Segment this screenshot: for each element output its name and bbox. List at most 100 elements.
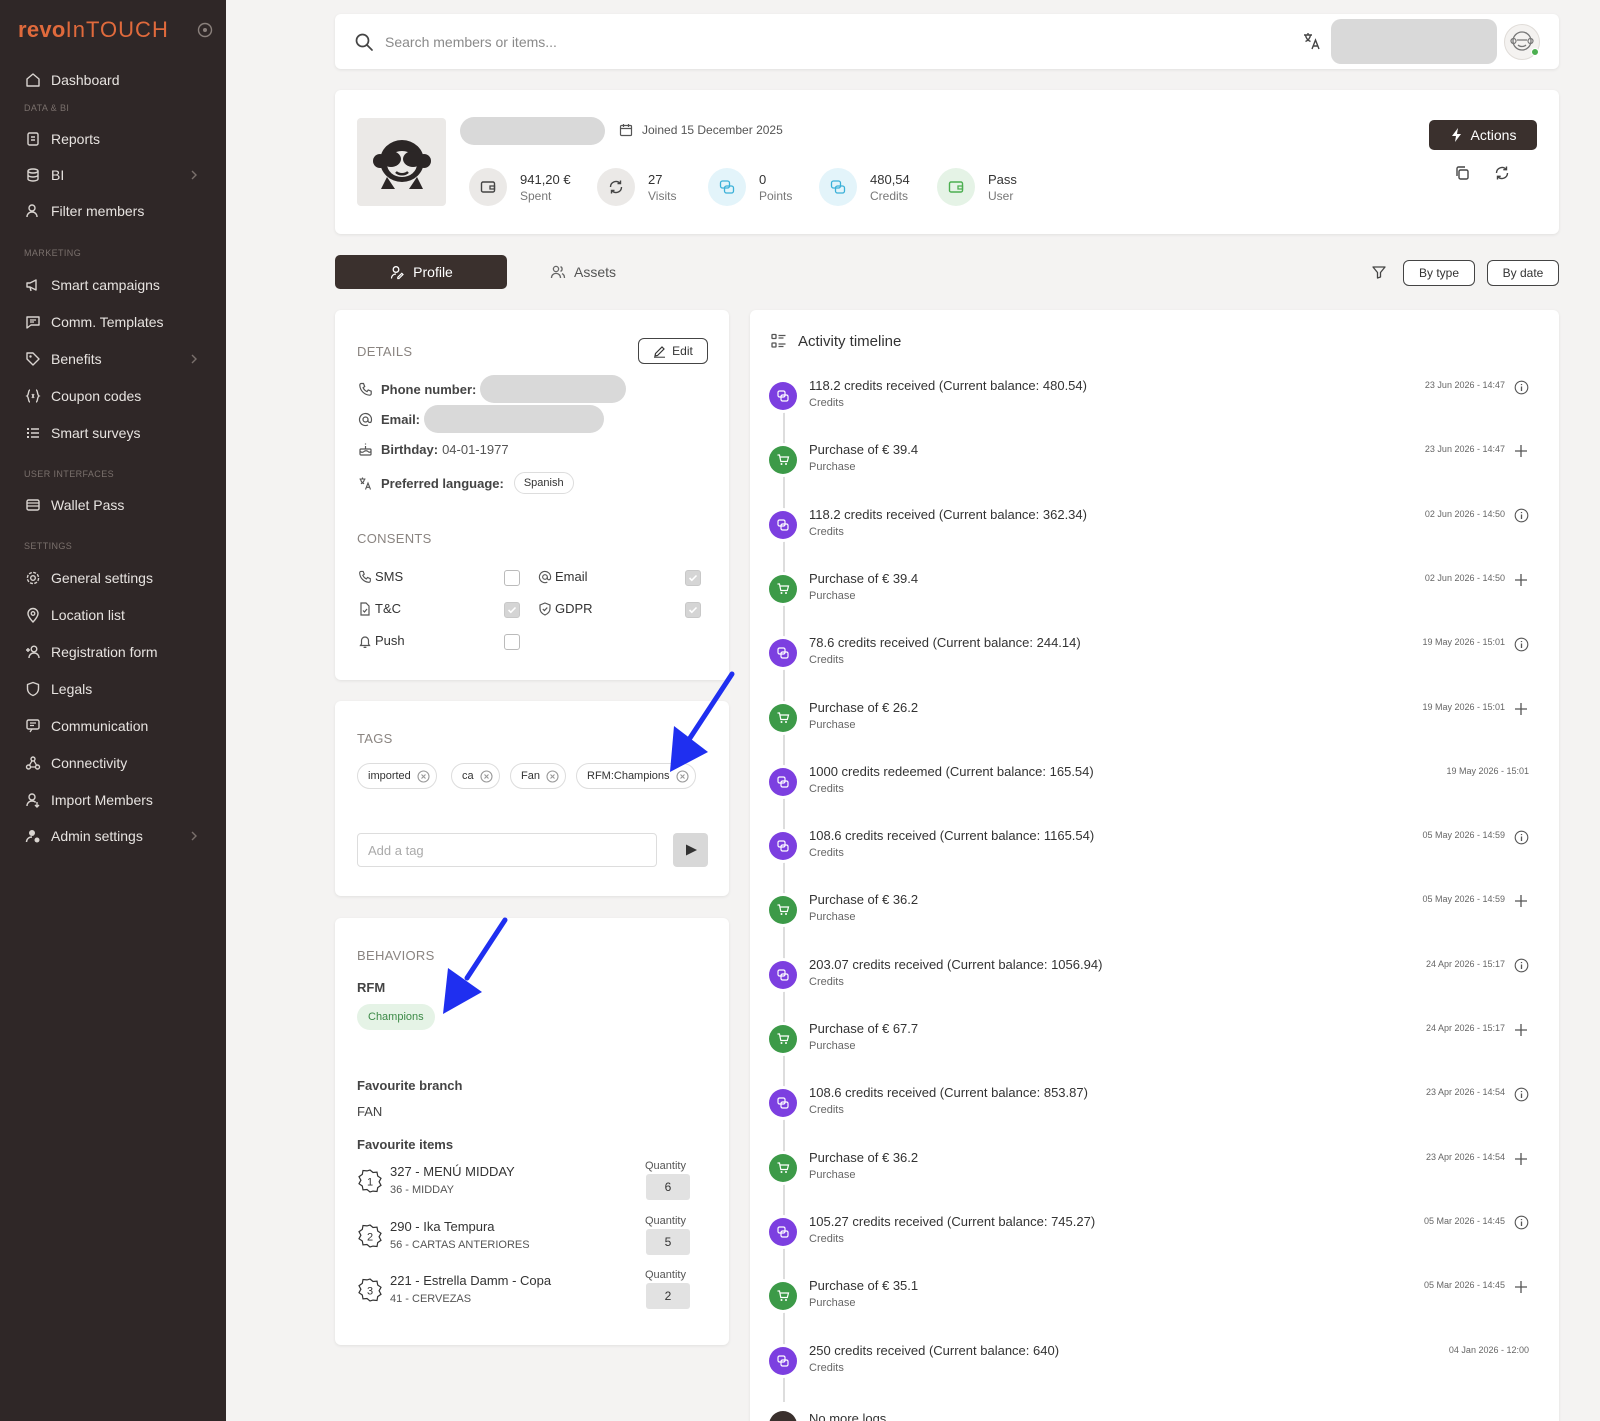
account-selector[interactable] <box>1331 19 1497 64</box>
tag-label: Fan <box>521 770 540 782</box>
rfm-badge: Champions <box>357 1004 435 1030</box>
svg-text:3: 3 <box>367 1286 373 1298</box>
sidebar-item-admin-settings[interactable]: Admin settings <box>0 819 226 853</box>
info-icon[interactable] <box>1513 379 1529 395</box>
consent-label: SMS <box>375 569 404 584</box>
sidebar-item-legals[interactable]: Legals <box>0 672 226 706</box>
sidebar-item-registration-form[interactable]: Registration form <box>0 635 226 669</box>
plus-icon[interactable] <box>1513 443 1529 459</box>
refresh-icon[interactable] <box>1493 164 1511 182</box>
tags-title: TAGS <box>357 731 393 746</box>
actions-button[interactable]: Actions <box>1429 120 1537 150</box>
sidebar-item-label: Connectivity <box>51 755 128 771</box>
sidebar-item-filter-members[interactable]: Filter members <box>0 194 226 228</box>
behaviors-card: BEHAVIORS RFM Champions Favourite branch… <box>335 918 729 1345</box>
sidebar-item-import-members[interactable]: Import Members <box>0 783 226 817</box>
info-icon[interactable] <box>1513 636 1529 652</box>
phone-icon <box>357 381 373 397</box>
sidebar-item-coupon-codes[interactable]: Coupon codes <box>0 379 226 413</box>
plus-icon[interactable] <box>1513 1151 1529 1167</box>
sidebar-item-smart-campaigns[interactable]: Smart campaigns <box>0 268 226 302</box>
sidebar-item-label: Benefits <box>51 351 102 367</box>
remove-tag-icon[interactable] <box>480 769 493 783</box>
joined-text: Joined 15 December 2025 <box>642 123 783 137</box>
sidebar-toggle-icon[interactable] <box>196 21 214 39</box>
filter-by-type-button[interactable]: By type <box>1403 260 1475 286</box>
event-title: 250 credits received (Current balance: 6… <box>809 1342 1060 1358</box>
stat-label: Points <box>759 188 793 203</box>
add-tag-button[interactable] <box>673 833 708 867</box>
event-title: 1000 credits redeemed (Current balance: … <box>809 763 1094 779</box>
translate-icon[interactable] <box>1301 30 1323 52</box>
sidebar-item-benefits[interactable]: Benefits <box>0 342 226 376</box>
stat-points: 0 Points <box>708 168 792 206</box>
push-checkbox[interactable] <box>504 634 520 650</box>
event-title: Purchase of € 26.2 <box>809 699 919 715</box>
stat-spent: 941,20 € Spent <box>469 168 571 206</box>
event-date: 19 May 2026 - 15:01 <box>1422 637 1505 648</box>
credits-icon <box>769 767 797 796</box>
tc-checkbox[interactable] <box>504 602 520 618</box>
email-label: Email: <box>381 411 421 427</box>
info-icon[interactable] <box>1513 1086 1529 1102</box>
cake-icon <box>357 441 373 457</box>
credits-icon <box>769 1346 797 1375</box>
search-input[interactable] <box>385 28 1185 56</box>
message-icon <box>24 313 42 331</box>
event-type: Purchase <box>809 1168 856 1181</box>
remove-tag-icon[interactable] <box>546 769 559 783</box>
info-icon[interactable] <box>1513 958 1529 974</box>
sidebar-item-connectivity[interactable]: Connectivity <box>0 746 226 780</box>
section-label-user-interfaces: USER INTERFACES <box>24 469 115 479</box>
timeline-event: 118.2 credits received (Current balance:… <box>769 378 1529 422</box>
edit-button[interactable]: Edit <box>638 338 708 364</box>
info-icon[interactable] <box>1513 508 1529 524</box>
remove-tag-icon[interactable] <box>417 769 430 783</box>
search-icon[interactable] <box>353 31 375 53</box>
plus-icon[interactable] <box>1513 1022 1529 1038</box>
plus-icon[interactable] <box>1513 701 1529 717</box>
filter-icon[interactable] <box>1370 263 1388 281</box>
button-label: By date <box>1502 266 1544 280</box>
section-label-data-bi: DATA & BI <box>24 103 70 113</box>
sidebar-item-general-settings[interactable]: General settings <box>0 561 226 595</box>
event-title: 108.6 credits received (Current balance:… <box>809 1085 1088 1101</box>
copy-icon[interactable] <box>1453 164 1471 182</box>
plus-icon[interactable] <box>1513 1279 1529 1295</box>
tab-assets[interactable]: Assets <box>550 255 650 289</box>
timeline-event: 78.6 credits received (Current balance: … <box>769 635 1529 679</box>
favourite-branch-label: Favourite branch <box>357 1078 463 1093</box>
tab-profile[interactable]: Profile <box>335 255 507 289</box>
gdpr-checkbox[interactable] <box>685 602 701 618</box>
remove-tag-icon[interactable] <box>675 769 689 783</box>
event-title: Purchase of € 67.7 <box>809 1021 919 1036</box>
info-icon[interactable] <box>1513 829 1529 845</box>
quantity-value: 6 <box>646 1174 690 1200</box>
stat-label: Credits <box>870 188 909 203</box>
sidebar-item-dashboard[interactable]: Dashboard <box>0 63 226 97</box>
database-icon <box>24 166 42 184</box>
favourite-item: 3 221 - Estrella Damm - Copa 41 - CERVEZ… <box>357 1269 697 1323</box>
plus-icon[interactable] <box>1513 893 1529 909</box>
event-type: Credits <box>809 1232 844 1245</box>
sidebar-item-wallet-pass[interactable]: Wallet Pass <box>0 488 226 522</box>
event-type: Credits <box>809 397 844 409</box>
sidebar-item-comm-templates[interactable]: Comm. Templates <box>0 305 226 339</box>
event-type: Credits <box>809 1104 844 1117</box>
filter-by-date-button[interactable]: By date <box>1487 260 1559 286</box>
brand-logo[interactable]: revo InTOUCH <box>18 15 169 45</box>
sidebar-item-label: General settings <box>51 570 153 586</box>
sidebar-item-bi[interactable]: BI <box>0 158 226 192</box>
sidebar-item-location-list[interactable]: Location list <box>0 598 226 632</box>
add-tag-input[interactable] <box>357 833 657 867</box>
sidebar-item-reports[interactable]: Reports <box>0 122 226 156</box>
consent-tc: T&C <box>357 601 401 616</box>
event-date: 02 Jun 2026 - 14:50 <box>1424 572 1505 583</box>
info-icon[interactable] <box>1513 1215 1529 1231</box>
sidebar-item-smart-surveys[interactable]: Smart surveys <box>0 416 226 450</box>
sidebar-item-communication[interactable]: Communication <box>0 709 226 743</box>
sms-checkbox[interactable] <box>504 570 520 586</box>
plus-icon[interactable] <box>1513 572 1529 588</box>
email-checkbox[interactable] <box>685 570 701 586</box>
sidebar-item-label: Coupon codes <box>51 388 142 404</box>
